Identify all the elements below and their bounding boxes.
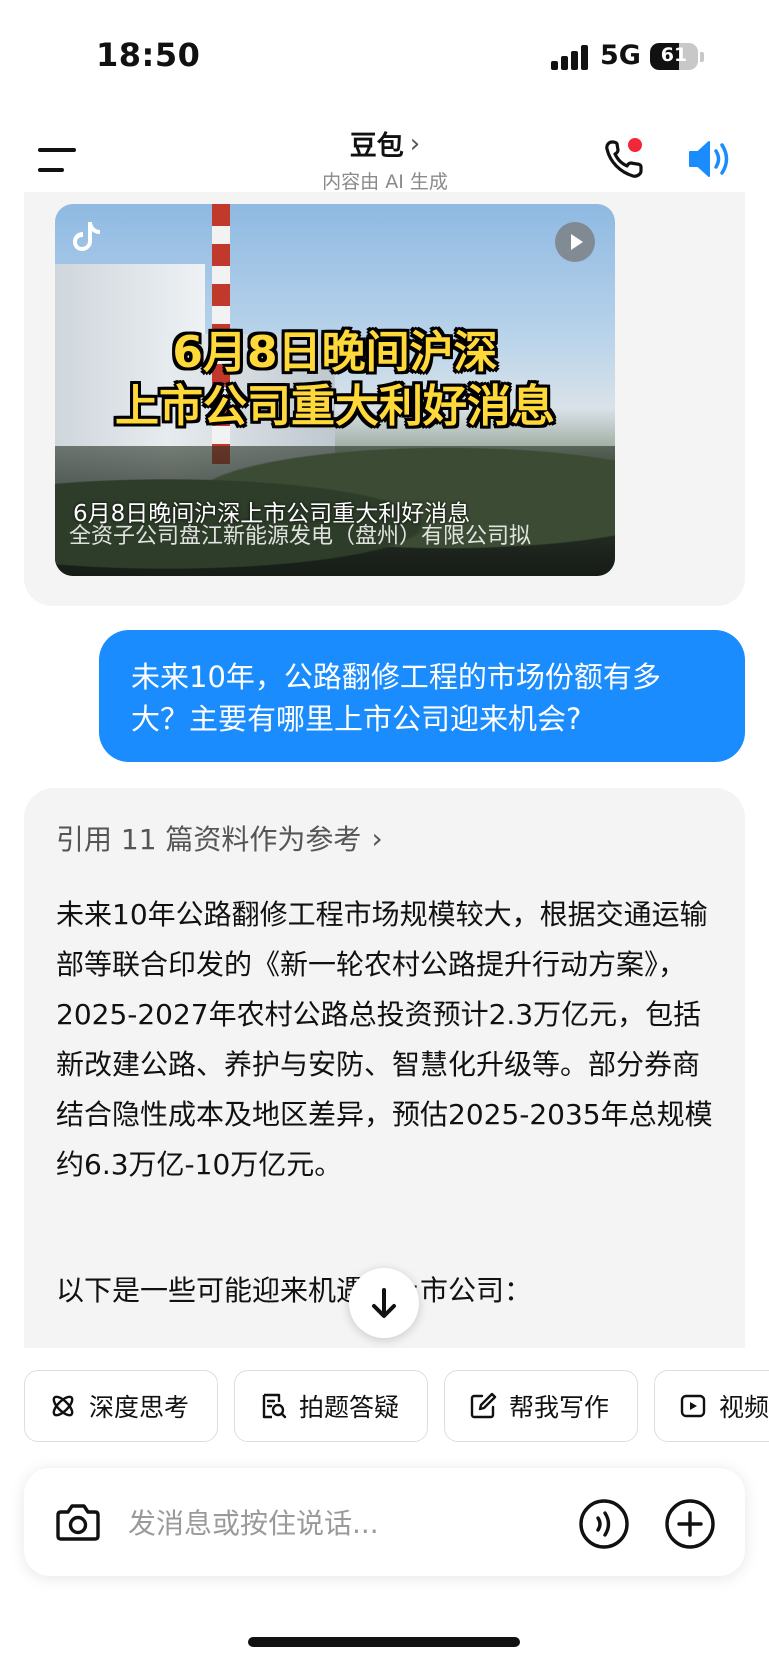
chip-label: 视频 (719, 1393, 769, 1422)
quick-actions: 深度思考 拍题答疑 帮我写作 视频 (24, 1370, 769, 1442)
status-bar: 18:50 5G 61 (0, 0, 769, 110)
phone-icon[interactable] (600, 134, 650, 184)
arrow-down-icon (372, 1288, 396, 1318)
chip-label: 深度思考 (89, 1393, 190, 1422)
edit-icon (470, 1392, 497, 1419)
play-icon[interactable] (555, 222, 595, 262)
signal-icon (551, 44, 591, 70)
camera-icon[interactable] (55, 1500, 101, 1544)
scroll-down-button[interactable] (349, 1268, 419, 1338)
user-message-text: 未来10年，公路翻修工程的市场份额有多大？主要有哪里上市公司迎来机会? (131, 660, 661, 736)
chat-title-group[interactable]: 豆包 › 内容由 AI 生成 (280, 124, 490, 194)
photo-question-chip[interactable]: 拍题答疑 (234, 1370, 428, 1442)
tiktok-icon (73, 220, 101, 252)
answer-paragraph-2: 以下是一些可能迎来机遇的上市公司： (56, 1274, 533, 1307)
message-input[interactable] (128, 1502, 548, 1544)
answer-paragraph: 未来10年公路翻修工程市场规模较大，根据交通运输部等联合印发的《新一轮农村公路提… (56, 898, 713, 1181)
photo-question-icon (262, 1393, 287, 1419)
video-card[interactable]: 6月8日晚间沪深 上市公司重大利好消息 全资子公司盘江新能源发电（盘州）有限公司… (55, 204, 615, 576)
chevron-right-icon: › (409, 128, 421, 159)
ai-disclaimer: 内容由 AI 生成 (322, 171, 448, 193)
page-title: 豆包 (349, 131, 404, 162)
chip-label: 帮我写作 (509, 1393, 610, 1422)
status-time: 18:50 (96, 36, 201, 74)
network-type: 5G (600, 40, 641, 71)
home-indicator[interactable] (248, 1637, 520, 1647)
battery-icon: 61 (650, 43, 698, 70)
reference-link[interactable]: 引用 11 篇资料作为参考 › (56, 818, 383, 858)
notification-dot (628, 138, 642, 152)
video-headline: 6月8日晚间沪深 上市公司重大利好消息 (115, 327, 555, 432)
battery-tip (700, 52, 704, 62)
add-icon[interactable] (664, 1498, 716, 1550)
user-message-bubble: 未来10年，公路翻修工程的市场份额有多大？主要有哪里上市公司迎来机会? (99, 630, 745, 762)
write-chip[interactable]: 帮我写作 (444, 1370, 638, 1442)
atom-icon (52, 1395, 74, 1417)
reference-label: 引用 11 篇资料作为参考 (56, 823, 362, 856)
voice-call-icon[interactable] (578, 1498, 630, 1550)
speaker-icon[interactable] (686, 136, 736, 182)
chevron-right-icon: › (371, 821, 383, 855)
video-caption: 6月8日晚间沪深上市公司重大利好消息 (73, 501, 471, 527)
chip-label: 拍题答疑 (299, 1393, 400, 1422)
video-chip[interactable]: 视频 (654, 1370, 769, 1442)
chat-header: 豆包 › 内容由 AI 生成 (0, 110, 769, 202)
deep-think-chip[interactable]: 深度思考 (24, 1370, 218, 1442)
menu-icon[interactable] (38, 146, 80, 176)
battery-level: 61 (660, 44, 688, 66)
video-icon (680, 1394, 706, 1418)
